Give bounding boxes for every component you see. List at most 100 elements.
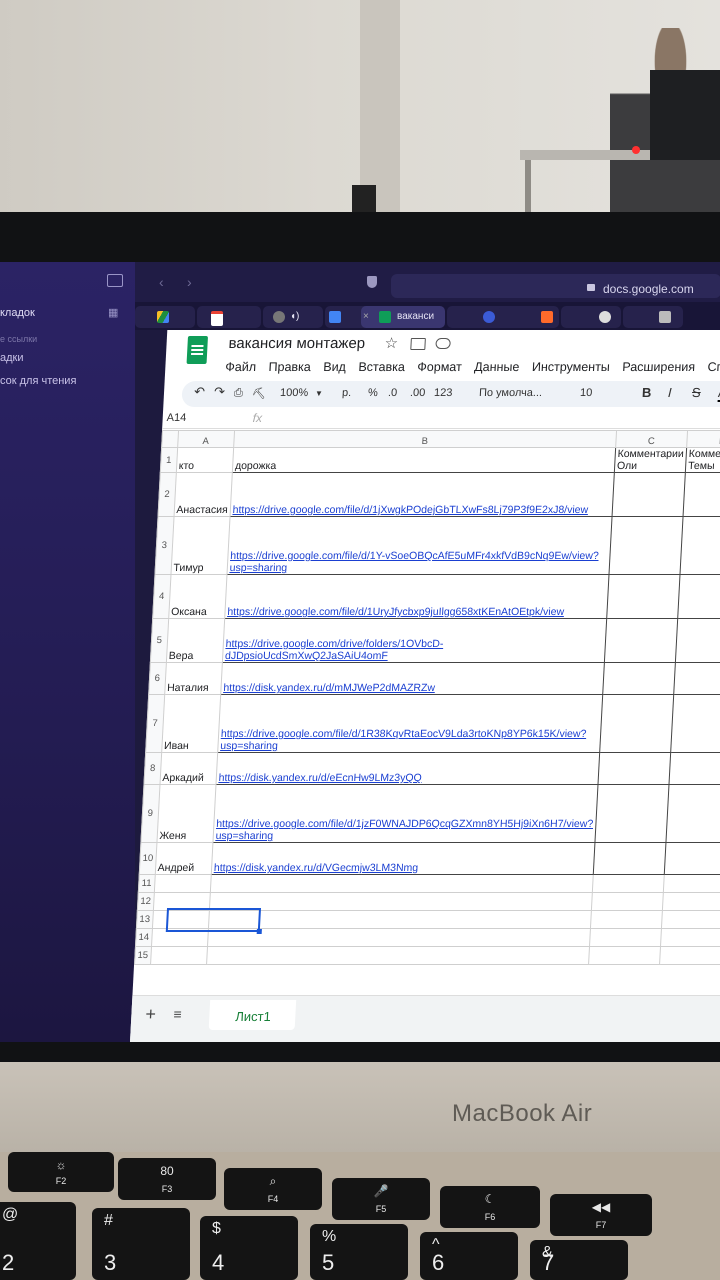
row-number[interactable]: 14 <box>135 928 153 947</box>
track-link[interactable]: https://drive.google.com/file/d/1Y-vSoeO… <box>229 550 599 574</box>
column-header-b[interactable]: B <box>233 430 617 448</box>
cell[interactable] <box>206 946 590 965</box>
tab-drive[interactable] <box>135 306 195 328</box>
track-link[interactable]: https://drive.google.com/file/d/1UryJfyc… <box>227 606 564 618</box>
name-cell[interactable]: Андрей <box>154 842 213 875</box>
header-cell-tema-comments[interactable]: Комментарии Темы <box>685 447 720 473</box>
cloud-status-icon[interactable] <box>435 338 451 349</box>
track-link[interactable]: https://disk.yandex.ru/d/mMJWeP2dMAZRZw <box>223 682 435 694</box>
comment-cell[interactable] <box>604 618 678 663</box>
name-cell[interactable]: Анастасия <box>173 472 233 517</box>
font-select[interactable]: По умолча... <box>479 387 543 399</box>
strikethrough-button[interactable]: S <box>692 385 701 400</box>
menu-edit[interactable]: Правка <box>268 360 311 374</box>
zoom-chevron-down-icon[interactable]: ▼ <box>315 389 323 398</box>
link-cell[interactable]: https://disk.yandex.ru/d/eEcnHw9LMz3yQQ <box>215 752 600 785</box>
column-header-d[interactable]: D <box>686 430 720 448</box>
link-cell[interactable]: https://disk.yandex.ru/d/mMJWeP2dMAZRZw <box>220 662 605 695</box>
name-cell[interactable]: Иван <box>161 694 221 753</box>
close-icon[interactable]: × <box>363 311 369 322</box>
sheets-logo-icon[interactable] <box>186 336 208 364</box>
font-size-select[interactable]: 10 <box>580 387 593 399</box>
cell[interactable] <box>207 928 591 947</box>
shield-icon[interactable] <box>367 276 377 288</box>
menu-tools[interactable]: Инструменты <box>532 360 611 374</box>
header-cell-olya-comments[interactable]: Комментарии Оли <box>614 447 687 473</box>
name-box[interactable]: A14 <box>166 412 186 424</box>
cell[interactable] <box>210 874 594 893</box>
italic-button[interactable]: I <box>668 385 672 400</box>
grid-icon[interactable]: ▦ <box>108 306 118 319</box>
column-header-c[interactable]: C <box>615 430 688 448</box>
sheet-tab[interactable]: Лист1 <box>208 1000 297 1030</box>
cell[interactable] <box>153 874 212 893</box>
cell[interactable] <box>150 946 208 965</box>
redo-icon[interactable]: ↷ <box>214 384 226 400</box>
track-link[interactable]: https://drive.google.com/drive/folders/1… <box>225 638 444 662</box>
cell[interactable] <box>209 892 593 911</box>
row-number[interactable]: 15 <box>134 946 152 965</box>
comment-cell[interactable] <box>664 842 720 875</box>
currency-button[interactable]: р. <box>342 387 352 399</box>
row-number[interactable]: 13 <box>136 910 153 929</box>
row-number[interactable]: 6 <box>148 662 166 695</box>
cell[interactable] <box>662 892 720 911</box>
cell[interactable] <box>590 910 663 929</box>
name-cell[interactable]: Оксана <box>168 574 227 619</box>
tab-orange[interactable] <box>499 306 559 328</box>
comment-cell[interactable] <box>670 694 720 753</box>
header-cell-track[interactable]: дорожка <box>232 447 616 473</box>
link-cell[interactable]: https://drive.google.com/file/d/1jzF0WNA… <box>212 784 598 843</box>
tab-gmail[interactable] <box>197 306 261 328</box>
select-all-corner[interactable] <box>161 430 179 448</box>
sidebar-item-tabs[interactable]: адки <box>0 352 24 364</box>
sidebar-item-bookmarks[interactable]: кладок <box>0 307 35 319</box>
menu-help[interactable]: Справка <box>707 360 720 374</box>
forward-icon[interactable]: › <box>187 274 192 290</box>
track-link[interactable]: https://disk.yandex.ru/d/eEcnHw9LMz3yQQ <box>218 772 422 784</box>
row-number[interactable]: 11 <box>138 874 155 893</box>
back-icon[interactable]: ‹ <box>159 274 164 290</box>
print-icon[interactable]: ⎙ <box>234 387 243 400</box>
menu-file[interactable]: Файл <box>225 360 256 374</box>
name-cell[interactable]: Аркадий <box>159 752 218 785</box>
comment-cell[interactable] <box>606 574 680 619</box>
sidebar-item-reading-list[interactable]: сок для чтения <box>0 375 76 387</box>
row-number[interactable]: 8 <box>143 752 162 785</box>
comment-cell[interactable] <box>682 472 720 517</box>
cell[interactable] <box>589 928 662 947</box>
move-folder-icon[interactable] <box>410 338 426 350</box>
row-number[interactable]: 1 <box>160 447 178 473</box>
menu-extensions[interactable]: Расширения <box>622 360 695 374</box>
percent-button[interactable]: % <box>368 387 378 399</box>
cell[interactable] <box>591 892 664 911</box>
sidebar-item-links[interactable]: е ссылки <box>0 334 37 344</box>
comment-cell[interactable] <box>599 694 674 753</box>
cell[interactable] <box>663 874 720 893</box>
increase-decimal-button[interactable]: .00 <box>410 387 426 399</box>
link-cell[interactable]: https://drive.google.com/file/d/1Y-vSoeO… <box>226 516 612 575</box>
link-cell[interactable]: https://disk.yandex.ru/d/VGecmjw3LM3Nmg <box>211 842 595 875</box>
more-formats-button[interactable]: 123 <box>434 387 453 399</box>
link-cell[interactable]: https://drive.google.com/file/d/1R38KqvR… <box>217 694 603 753</box>
decrease-decimal-button[interactable]: .0 <box>388 387 398 399</box>
undo-icon[interactable]: ↶ <box>194 384 206 400</box>
comment-cell[interactable] <box>597 752 671 785</box>
track-link[interactable]: https://drive.google.com/file/d/1jXwgkPO… <box>232 504 588 516</box>
comment-cell[interactable] <box>611 472 686 517</box>
comment-cell[interactable] <box>679 516 720 575</box>
zoom-select[interactable]: 100% <box>280 387 309 399</box>
comment-cell[interactable] <box>594 784 669 843</box>
link-cell[interactable]: https://drive.google.com/file/d/1jXwgkPO… <box>229 472 615 517</box>
comment-cell[interactable] <box>608 516 683 575</box>
cell[interactable] <box>661 910 720 929</box>
column-header-a[interactable]: A <box>177 430 235 448</box>
row-number[interactable]: 12 <box>137 892 154 911</box>
cell[interactable] <box>659 946 720 965</box>
comment-cell[interactable] <box>677 574 720 619</box>
menu-view[interactable]: Вид <box>323 360 346 374</box>
menu-insert[interactable]: Вставка <box>358 360 405 374</box>
add-sheet-icon[interactable]: + <box>145 1004 157 1025</box>
track-link[interactable]: https://disk.yandex.ru/d/VGecmjw3LM3Nmg <box>214 862 419 874</box>
cell[interactable] <box>208 910 592 929</box>
